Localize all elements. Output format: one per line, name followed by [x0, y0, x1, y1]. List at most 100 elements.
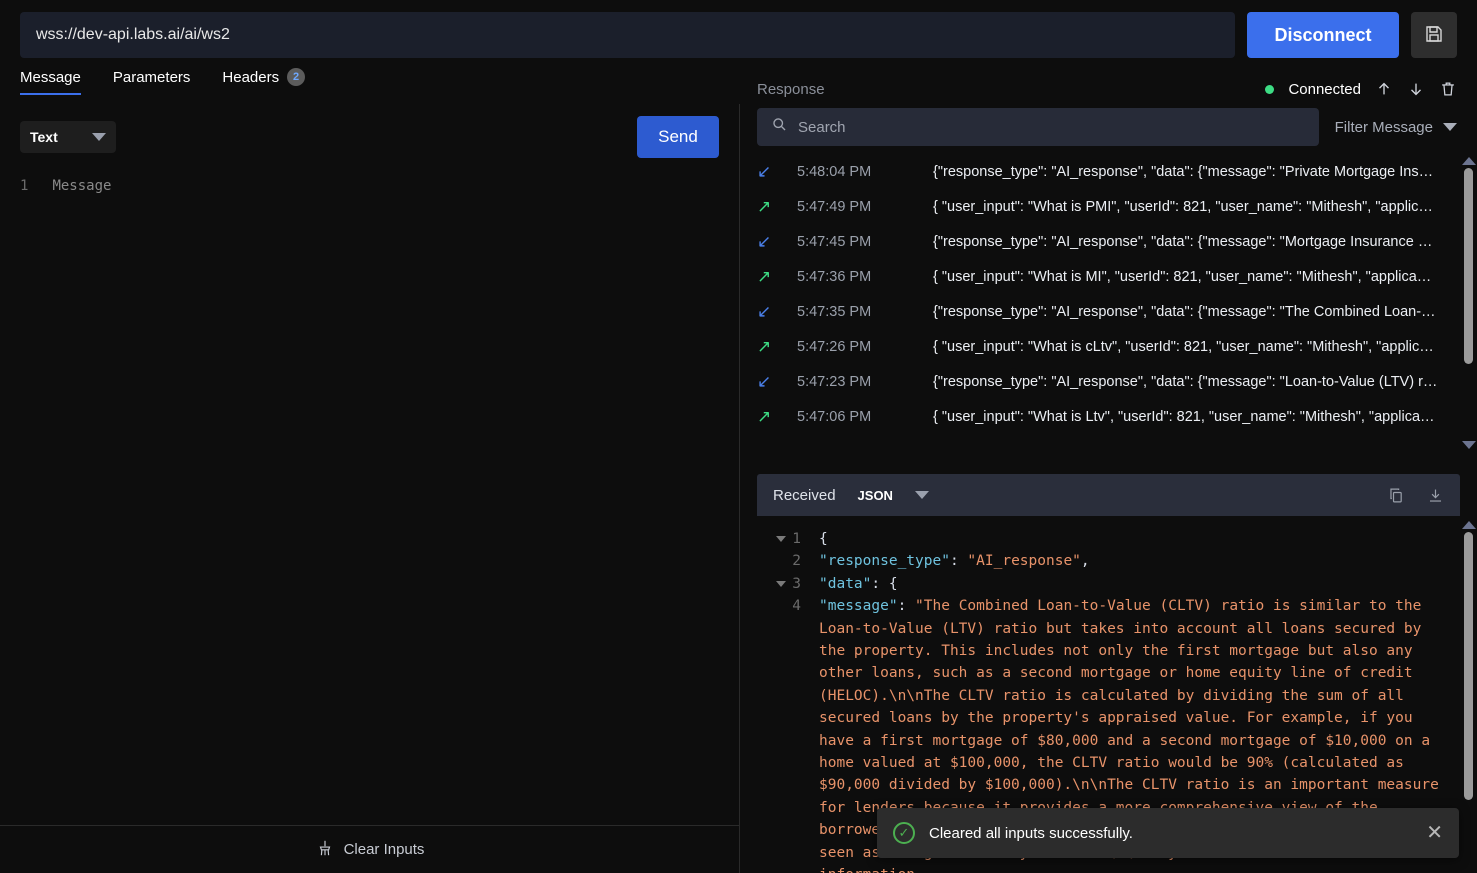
status-indicator-dot [1265, 85, 1274, 94]
disconnect-button[interactable]: Disconnect [1247, 12, 1399, 58]
tab-bar: Message Parameters Headers 2 [20, 68, 305, 95]
toast-message: Cleared all inputs successfully. [929, 825, 1412, 842]
message-row[interactable]: ↙5:47:45 PM{"response_type": "AI_respons… [741, 224, 1477, 259]
json-scrollbar[interactable] [1460, 518, 1477, 873]
json-key-response-type: "response_type" [819, 553, 950, 569]
broom-icon [316, 839, 334, 861]
line-number: 4 [792, 595, 801, 617]
response-panel: Response Connected [741, 70, 1477, 873]
scroll-up-arrow-icon[interactable] [1462, 521, 1476, 529]
message-row[interactable]: ↗5:47:06 PM{ "user_input": "What is Ltv"… [741, 399, 1477, 434]
search-row: Filter Message [741, 98, 1477, 146]
message-timestamp: 5:47:26 PM [797, 339, 933, 355]
outgoing-arrow-icon: ↗ [757, 408, 797, 425]
toast-notification: ✓ Cleared all inputs successfully. ✕ [877, 808, 1459, 858]
json-value-response-type: "AI_response" [967, 553, 1081, 569]
received-toolbar: Received JSON [757, 474, 1460, 516]
status-badge: Connected [1288, 81, 1361, 98]
tab-headers[interactable]: Headers 2 [222, 68, 305, 95]
format-select[interactable]: JSON [858, 488, 929, 503]
search-input[interactable] [798, 119, 1305, 136]
trash-icon[interactable] [1439, 80, 1457, 98]
line-number: 3 [792, 573, 801, 595]
message-preview-text: {"response_type": "AI_response", "data":… [933, 304, 1477, 320]
outgoing-arrow-icon: ↗ [757, 268, 797, 285]
message-footer: Clear Inputs [0, 825, 740, 873]
message-row[interactable]: ↙5:47:23 PM{"response_type": "AI_respons… [741, 364, 1477, 399]
scrollbar-thumb[interactable] [1464, 168, 1473, 364]
chevron-down-icon [915, 491, 929, 499]
message-editor[interactable]: 1 Message [0, 178, 739, 194]
clear-inputs-label: Clear Inputs [344, 841, 425, 858]
connection-status-group: Connected [1265, 80, 1457, 98]
tab-parameters[interactable]: Parameters [113, 69, 191, 95]
message-timestamp: 5:47:45 PM [797, 234, 933, 250]
tab-message[interactable]: Message [20, 69, 81, 95]
editor-line-number: 1 [20, 178, 28, 194]
download-icon[interactable] [1427, 487, 1444, 504]
message-type-select[interactable]: Text [20, 121, 116, 153]
received-label: Received [773, 487, 836, 504]
message-list[interactable]: ↙5:48:04 PM{"response_type": "AI_respons… [741, 154, 1477, 452]
tab-headers-label: Headers [222, 69, 279, 86]
copy-icon[interactable] [1388, 487, 1405, 504]
message-preview-text: {"response_type": "AI_response", "data":… [933, 374, 1477, 390]
filter-message-label: Filter Message [1335, 119, 1433, 136]
message-preview-text: {"response_type": "AI_response", "data":… [933, 164, 1477, 180]
message-row[interactable]: ↙5:47:35 PM{"response_type": "AI_respons… [741, 294, 1477, 329]
line-number: 1 [792, 528, 801, 550]
scrollbar-thumb[interactable] [1464, 532, 1473, 800]
json-line-numbers: 1 2 3 4 [757, 528, 801, 618]
message-panel: Text Send 1 Message Clear Inputs [0, 104, 740, 873]
arrow-up-icon[interactable] [1375, 80, 1393, 98]
tab-message-label: Message [20, 69, 81, 86]
received-actions [1388, 487, 1444, 504]
save-button[interactable] [1411, 12, 1457, 58]
message-timestamp: 5:47:49 PM [797, 199, 933, 215]
incoming-arrow-icon: ↙ [757, 373, 797, 390]
search-icon [771, 116, 788, 138]
fold-arrow-icon[interactable] [776, 581, 786, 587]
message-row[interactable]: ↗5:47:26 PM{ "user_input": "What is cLtv… [741, 329, 1477, 364]
message-timestamp: 5:47:06 PM [797, 409, 933, 425]
json-key-data: "data" [819, 576, 871, 592]
top-bar: Disconnect [0, 0, 1477, 70]
chevron-down-icon [92, 133, 106, 141]
message-row[interactable]: ↗5:47:49 PM{ "user_input": "What is PMI"… [741, 189, 1477, 224]
scroll-up-arrow-icon[interactable] [1462, 157, 1476, 165]
outgoing-arrow-icon: ↗ [757, 198, 797, 215]
message-timestamp: 5:47:23 PM [797, 374, 933, 390]
message-timestamp: 5:47:36 PM [797, 269, 933, 285]
close-icon[interactable]: ✕ [1426, 823, 1443, 843]
message-row[interactable]: ↗5:47:36 PM{ "user_input": "What is MI",… [741, 259, 1477, 294]
message-preview-text: {"response_type": "AI_response", "data":… [933, 234, 1477, 250]
message-type-value: Text [30, 129, 58, 145]
message-timestamp: 5:48:04 PM [797, 164, 933, 180]
outgoing-arrow-icon: ↗ [757, 338, 797, 355]
websocket-url-input[interactable] [20, 12, 1235, 58]
incoming-arrow-icon: ↙ [757, 303, 797, 320]
incoming-arrow-icon: ↙ [757, 163, 797, 180]
send-button[interactable]: Send [637, 116, 719, 158]
scroll-down-arrow-icon[interactable] [1462, 441, 1476, 449]
message-timestamp: 5:47:35 PM [797, 304, 933, 320]
response-header: Response Connected [741, 70, 1477, 98]
message-preview-text: { "user_input": "What is cLtv", "userId"… [933, 339, 1477, 355]
fold-arrow-icon[interactable] [776, 536, 786, 542]
filter-message-dropdown[interactable]: Filter Message [1335, 119, 1461, 136]
json-key-message: "message" [819, 598, 898, 614]
floppy-disk-icon [1424, 24, 1444, 47]
chevron-down-icon [1443, 123, 1457, 131]
format-value: JSON [858, 488, 893, 503]
clear-inputs-button[interactable]: Clear Inputs [316, 839, 425, 861]
tab-parameters-label: Parameters [113, 69, 191, 86]
search-box[interactable] [757, 108, 1319, 146]
response-title: Response [757, 81, 825, 98]
check-circle-icon: ✓ [893, 822, 915, 844]
message-row[interactable]: ↙5:48:04 PM{"response_type": "AI_respons… [741, 154, 1477, 189]
message-preview-text: { "user_input": "What is Ltv", "userId":… [933, 409, 1477, 425]
message-input-placeholder: Message [52, 178, 111, 194]
line-number: 2 [792, 550, 801, 572]
message-list-scrollbar[interactable] [1460, 154, 1477, 452]
arrow-down-icon[interactable] [1407, 80, 1425, 98]
